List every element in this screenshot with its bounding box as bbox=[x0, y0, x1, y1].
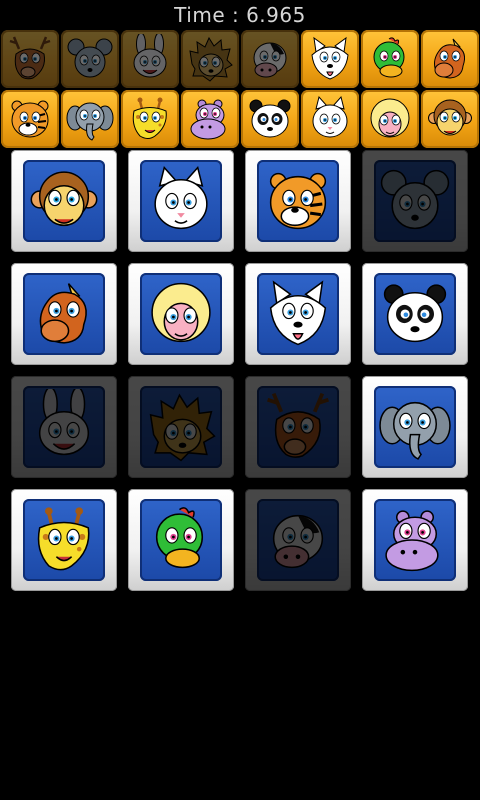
card-face bbox=[140, 273, 222, 355]
card-face bbox=[374, 160, 456, 242]
found-indicator-tiger bbox=[1, 90, 59, 148]
card-face bbox=[23, 160, 105, 242]
card-panda[interactable] bbox=[362, 263, 468, 365]
card-horse[interactable] bbox=[11, 263, 117, 365]
card-rabbit bbox=[11, 376, 117, 478]
card-hippo[interactable] bbox=[362, 489, 468, 591]
card-face bbox=[374, 499, 456, 581]
card-wolf[interactable] bbox=[245, 263, 351, 365]
card-elephant[interactable] bbox=[362, 376, 468, 478]
card-face bbox=[374, 273, 456, 355]
card-face bbox=[140, 499, 222, 581]
found-indicator-cow bbox=[241, 30, 299, 88]
found-indicator-giraffe bbox=[121, 90, 179, 148]
card-monkey[interactable] bbox=[11, 150, 117, 252]
card-tiger[interactable] bbox=[245, 150, 351, 252]
found-strip-row-2 bbox=[0, 90, 480, 150]
found-indicator-panda bbox=[241, 90, 299, 148]
card-face bbox=[140, 386, 222, 468]
card-mouse bbox=[362, 150, 468, 252]
card-hedgehog bbox=[128, 376, 234, 478]
found-strip-row-1 bbox=[0, 30, 480, 90]
card-face bbox=[374, 386, 456, 468]
card-face bbox=[23, 499, 105, 581]
found-indicator-elephant bbox=[61, 90, 119, 148]
card-duck[interactable] bbox=[128, 489, 234, 591]
found-indicator-mouse bbox=[61, 30, 119, 88]
card-sheep[interactable] bbox=[128, 263, 234, 365]
found-indicator-rabbit bbox=[121, 30, 179, 88]
found-indicator-sheep bbox=[361, 90, 419, 148]
card-face bbox=[140, 160, 222, 242]
card-face bbox=[23, 386, 105, 468]
found-indicator-wolf bbox=[301, 30, 359, 88]
found-indicator-duck bbox=[361, 30, 419, 88]
card-cat[interactable] bbox=[128, 150, 234, 252]
card-face bbox=[257, 499, 339, 581]
found-indicator-cat bbox=[301, 90, 359, 148]
found-indicator-monkey bbox=[421, 90, 479, 148]
card-board bbox=[0, 150, 480, 600]
card-face bbox=[257, 160, 339, 242]
found-indicator-hedgehog bbox=[181, 30, 239, 88]
card-face bbox=[257, 273, 339, 355]
card-face bbox=[257, 386, 339, 468]
card-deer bbox=[245, 376, 351, 478]
game-timer: Time : 6.965 bbox=[174, 3, 306, 27]
found-indicator-horse bbox=[421, 30, 479, 88]
found-indicator-hippo bbox=[181, 90, 239, 148]
card-giraffe[interactable] bbox=[11, 489, 117, 591]
card-cow bbox=[245, 489, 351, 591]
card-face bbox=[23, 273, 105, 355]
found-indicator-deer bbox=[1, 30, 59, 88]
